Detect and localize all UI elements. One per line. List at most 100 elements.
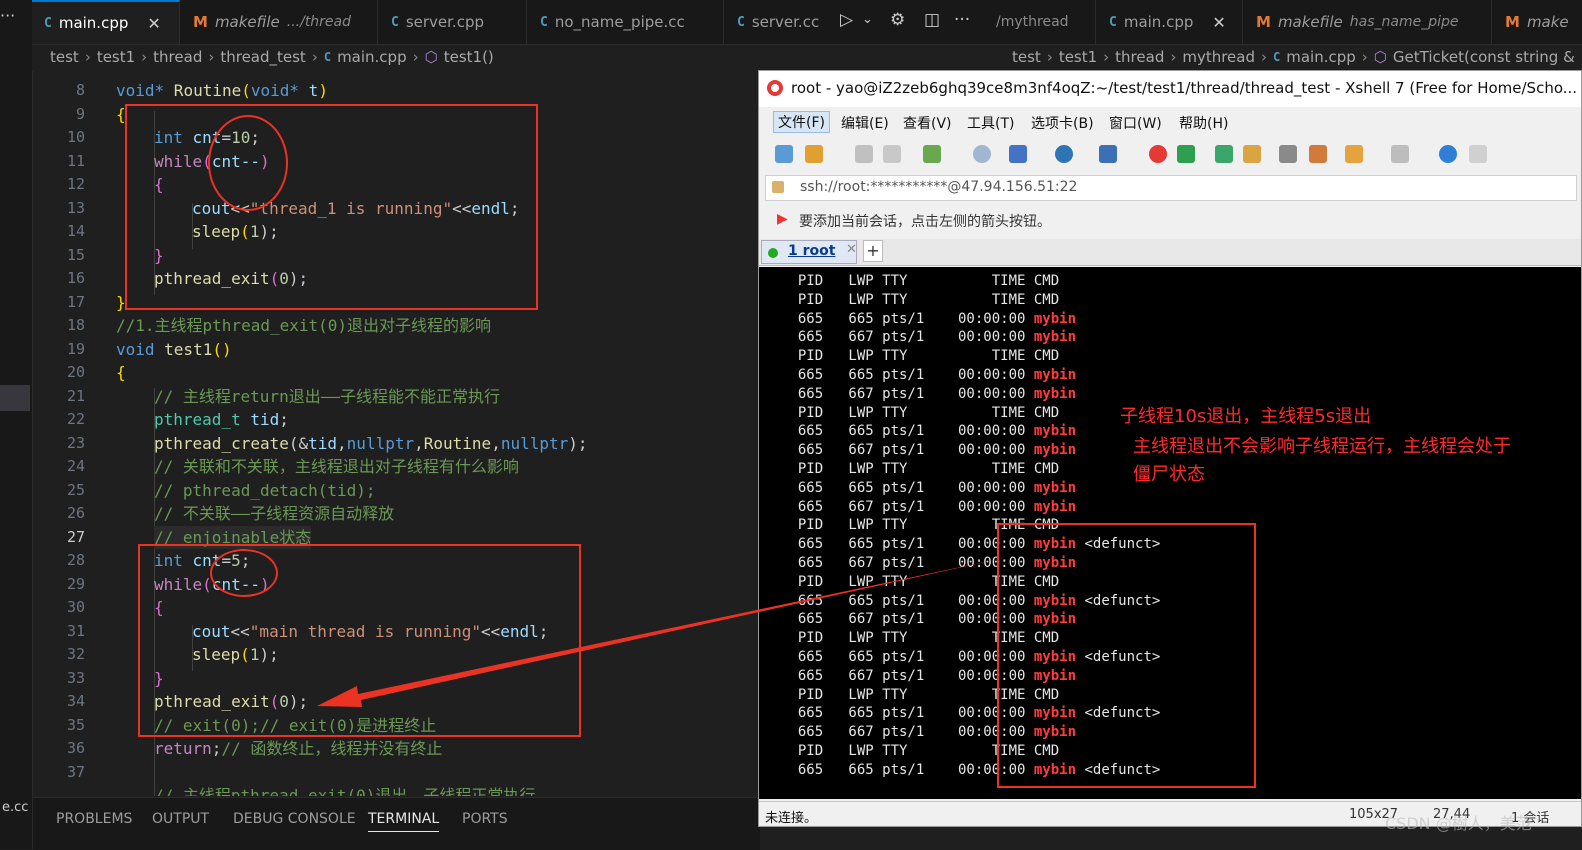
session-tab-root[interactable]: 1 root ✕ [761, 240, 857, 264]
process-name: mybin [1033, 385, 1077, 402]
code-line: 18//1.主线程pthread_exit(0)退出对子线程的影响 [33, 314, 753, 337]
line-number: 14 [66, 222, 85, 240]
tab-description: .../thread [286, 14, 352, 30]
layout-icon[interactable] [1391, 145, 1409, 163]
xftp-icon[interactable] [1177, 145, 1195, 163]
tab-main-cpp[interactable]: C main.cpp ✕ [32, 0, 180, 44]
help-icon[interactable] [1439, 145, 1457, 163]
xshell-icon[interactable] [1149, 145, 1167, 163]
gear-icon[interactable]: ⚙ [890, 10, 905, 30]
split-editor-icon[interactable]: ◫ [924, 10, 940, 30]
tab-no-name-pipe[interactable]: C no_name_pipe.cc [528, 0, 724, 44]
tab-problems[interactable]: PROBLEMS [56, 811, 132, 827]
crumb-item[interactable]: GetTicket(const string & [1393, 48, 1575, 66]
lock-icon[interactable] [1243, 145, 1261, 163]
line-number: 12 [66, 175, 85, 193]
process-name: mybin [1033, 329, 1077, 346]
annotation-note: 僵尸状态 [1133, 464, 1205, 485]
chevron-down-icon[interactable]: ⌄ [862, 12, 873, 27]
transfer-icon[interactable] [1009, 145, 1027, 163]
fullscreen-icon[interactable] [1215, 145, 1233, 163]
crumb-item[interactable]: thread_test [220, 48, 305, 66]
connect-icon[interactable] [855, 145, 873, 163]
chevron-right-icon: › [208, 48, 215, 66]
disconnect-icon[interactable] [883, 145, 901, 163]
terminal-text: 665 665 pts/1 00:00:00 [781, 592, 1034, 609]
tab-debug-console[interactable]: DEBUG CONSOLE [233, 811, 356, 827]
tab-server-cc[interactable]: C server.cc [725, 0, 835, 44]
tab-mythread-folder[interactable]: /mythread [984, 0, 1096, 44]
crumb-item[interactable]: main.cpp [337, 48, 407, 66]
menu-help[interactable]: 帮助(H) [1179, 113, 1228, 133]
menu-file[interactable]: 文件(F) [773, 111, 830, 133]
crumb-item[interactable]: thread [153, 48, 202, 66]
chevron-right-icon: › [1170, 48, 1177, 66]
chat-icon[interactable] [1469, 145, 1487, 163]
terminal-text: PID LWP TTY TIME CMD [781, 461, 1060, 477]
code-line: 22 pthread_t tid; [33, 408, 753, 431]
new-tab-button[interactable]: + [863, 240, 883, 262]
menu-window[interactable]: 窗口(W) [1109, 113, 1162, 133]
tab-server-cpp[interactable]: C server.cpp [379, 0, 527, 44]
close-icon[interactable]: ✕ [846, 242, 857, 257]
code-line: 21// 主线程return退出——子线程能不能正常执行 [33, 385, 753, 408]
run-icon[interactable]: ▷ [840, 10, 853, 30]
more-icon[interactable]: ··· [0, 6, 15, 25]
keyboard-icon[interactable] [1279, 145, 1297, 163]
terminal-text: 665 667 pts/1 00:00:00 [781, 611, 1034, 628]
close-icon[interactable]: ✕ [147, 14, 160, 33]
crumb-item[interactable]: test1 [1059, 48, 1097, 66]
terminal-text: 665 667 pts/1 00:00:00 [781, 724, 1034, 741]
crumb-item[interactable]: main.cpp [1286, 48, 1356, 66]
crumb-item[interactable]: thread [1115, 48, 1164, 66]
address-bar[interactable]: ssh://root:***********@47.94.156.51:22 [765, 175, 1577, 201]
terminal-text: 665 665 pts/1 00:00:00 [781, 423, 1034, 440]
process-name: mybin [1033, 367, 1077, 383]
tab-terminal[interactable]: TERMINAL [368, 811, 440, 832]
crumb-item[interactable]: test [50, 48, 79, 66]
add-tab-icon[interactable] [1345, 145, 1363, 163]
crumb-item[interactable]: test1() [444, 48, 494, 66]
properties-icon[interactable] [923, 145, 941, 163]
tab-ports[interactable]: PORTS [462, 811, 508, 827]
crumb-item[interactable]: test1 [97, 48, 135, 66]
line-number: 23 [66, 434, 85, 452]
search-icon[interactable] [973, 145, 991, 163]
open-folder-icon[interactable] [805, 145, 823, 163]
terminal-line: 665 667 pts/1 00:00:00 mybin [781, 328, 1076, 347]
terminal-text: 665 665 pts/1 00:00:00 [781, 367, 1034, 383]
activity-bar: ··· e.cc [0, 0, 33, 849]
hint-bar: ▶ 要添加当前会话，点击左侧的箭头按钮。 [759, 207, 1581, 233]
tab-label: makefile [214, 13, 280, 31]
terminal-line: 665 665 pts/1 00:00:00 mybin [781, 366, 1076, 385]
menu-tools[interactable]: 工具(T) [967, 113, 1014, 133]
terminal-line: PID LWP TTY TIME CMD [781, 272, 1059, 291]
close-icon[interactable]: ✕ [1212, 13, 1225, 32]
menu-tabs[interactable]: 选项卡(B) [1031, 113, 1094, 133]
more-actions-icon[interactable]: ··· [954, 10, 970, 30]
crumb-item[interactable]: test [1012, 48, 1041, 66]
new-session-icon[interactable] [775, 145, 793, 163]
connected-dot-icon [768, 248, 778, 258]
arrow-icon[interactable]: ▶ [777, 211, 788, 227]
terminal-line: 665 667 pts/1 00:00:00 mybin [781, 441, 1076, 460]
explorer-selection[interactable] [0, 385, 30, 411]
tab-label: makefile [1277, 13, 1343, 31]
globe-icon[interactable] [1055, 145, 1073, 163]
file-fragment[interactable]: e.cc [2, 800, 28, 815]
tab-makefile-pipe[interactable]: M makefile has_name_pipe [1244, 0, 1492, 44]
tab-output[interactable]: OUTPUT [152, 811, 209, 827]
menu-edit[interactable]: 编辑(E) [841, 113, 889, 133]
menu-view[interactable]: 查看(V) [903, 113, 952, 133]
crumb-item[interactable]: mythread [1182, 48, 1255, 66]
tab-makefile-3[interactable]: M make [1493, 0, 1582, 44]
code-line: 26// 不关联——子线程资源自动释放 [33, 502, 753, 525]
highlight-icon[interactable] [1309, 145, 1327, 163]
highlight-box-defunct [997, 523, 1256, 788]
tab-makefile-thread[interactable]: M makefile .../thread [181, 0, 378, 44]
tab-main-cpp-2[interactable]: C main.cpp ✕ [1097, 0, 1243, 44]
line-number: 27 [66, 528, 85, 546]
font-icon[interactable] [1099, 145, 1117, 163]
tab-description: has_name_pipe [1349, 14, 1459, 30]
line-number: 21 [66, 387, 85, 405]
